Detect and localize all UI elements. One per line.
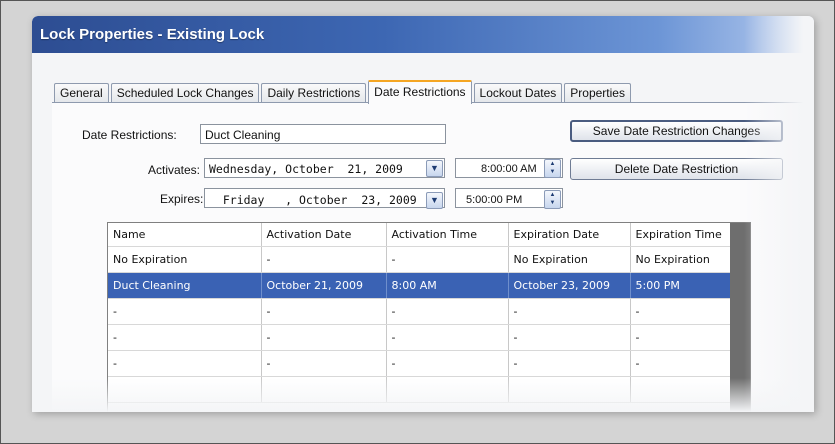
table-cell: - — [108, 298, 262, 325]
activates-label: Activates: — [148, 163, 201, 177]
date-restriction-name-field[interactable]: Duct Cleaning — [200, 124, 446, 144]
table-cell: - — [108, 350, 262, 377]
tab-strip: General Scheduled Lock Changes Daily Res… — [54, 80, 633, 104]
tab-daily-restrictions[interactable]: Daily Restrictions — [261, 83, 367, 103]
table-cell: - — [508, 324, 631, 351]
table-row[interactable] — [108, 376, 731, 403]
tab-scheduled-lock-changes[interactable]: Scheduled Lock Changes — [110, 83, 260, 103]
table-cell: No Expiration — [108, 246, 262, 273]
expires-date-picker[interactable]: Friday , October 23, 2009 — [204, 188, 445, 208]
table-cell: No Expiration — [630, 246, 731, 273]
table-cell — [508, 376, 631, 403]
table-cell: - — [108, 324, 262, 351]
table-cell: - — [386, 350, 509, 377]
column-header-activation-time[interactable]: Activation Time — [386, 223, 509, 247]
table-cell: - — [261, 298, 387, 325]
date-restrictions-table: Name Activation Date Activation Time Exp… — [107, 222, 751, 412]
table-cell: - — [261, 246, 387, 273]
chevron-down-icon[interactable]: ▼ — [426, 192, 443, 209]
expires-label: Expires: — [160, 192, 204, 206]
table-cell: 5:00 PM — [630, 272, 731, 299]
save-date-restriction-button[interactable]: Save Date Restriction Changes — [570, 120, 783, 142]
tab-lockout-dates[interactable]: Lockout Dates — [473, 83, 563, 103]
lock-properties-window: Lock Properties - Existing Lock General … — [32, 16, 814, 412]
table-row[interactable]: - - - - - — [108, 324, 731, 351]
table-cell — [386, 376, 509, 403]
table-cell: - — [386, 246, 509, 273]
tab-general[interactable]: General — [54, 83, 109, 103]
delete-date-restriction-button[interactable]: Delete Date Restriction — [570, 158, 783, 180]
table-cell: No Expiration — [508, 246, 631, 273]
date-restriction-name-label: Date Restrictions: — [82, 128, 177, 142]
column-header-activation-date[interactable]: Activation Date — [261, 223, 387, 247]
table-cell: - — [261, 350, 387, 377]
up-down-spinner-icon[interactable]: ▲ ▼ — [544, 159, 561, 178]
table-cell — [108, 376, 262, 403]
table-header-row: Name Activation Date Activation Time Exp… — [108, 223, 731, 247]
table-cell: - — [630, 324, 731, 351]
table-cell: Duct Cleaning — [108, 272, 262, 299]
column-header-expiration-time[interactable]: Expiration Time — [630, 223, 731, 247]
up-down-spinner-icon[interactable]: ▲ ▼ — [544, 190, 561, 209]
table-cell: 8:00 AM — [386, 272, 509, 299]
table-row[interactable]: - - - - - — [108, 350, 731, 377]
tab-properties[interactable]: Properties — [564, 83, 631, 103]
table-cell: October 23, 2009 — [508, 272, 631, 299]
table-cell: - — [630, 298, 731, 325]
table-cell: - — [508, 350, 631, 377]
column-header-expiration-date[interactable]: Expiration Date — [508, 223, 631, 247]
table-cell: - — [630, 350, 731, 377]
table-row[interactable]: No Expiration - - No Expiration No Expir… — [108, 246, 731, 273]
table-row-selected[interactable]: Duct Cleaning October 21, 2009 8:00 AM O… — [108, 272, 731, 299]
table-cell: - — [508, 298, 631, 325]
table-scrollbar[interactable] — [730, 223, 750, 412]
table-cell — [261, 376, 387, 403]
activates-date-picker[interactable]: Wednesday, October 21, 2009 — [204, 158, 445, 178]
table-cell — [630, 376, 731, 403]
chevron-down-icon[interactable]: ▼ — [426, 160, 443, 177]
window-title: Lock Properties - Existing Lock — [32, 16, 814, 53]
table-cell: - — [386, 324, 509, 351]
table-cell: - — [261, 324, 387, 351]
column-header-name[interactable]: Name — [108, 223, 262, 247]
table-row[interactable]: - - - - - — [108, 298, 731, 325]
tab-date-restrictions[interactable]: Date Restrictions — [368, 80, 472, 104]
table-cell: October 21, 2009 — [261, 272, 387, 299]
table-cell: - — [386, 298, 509, 325]
